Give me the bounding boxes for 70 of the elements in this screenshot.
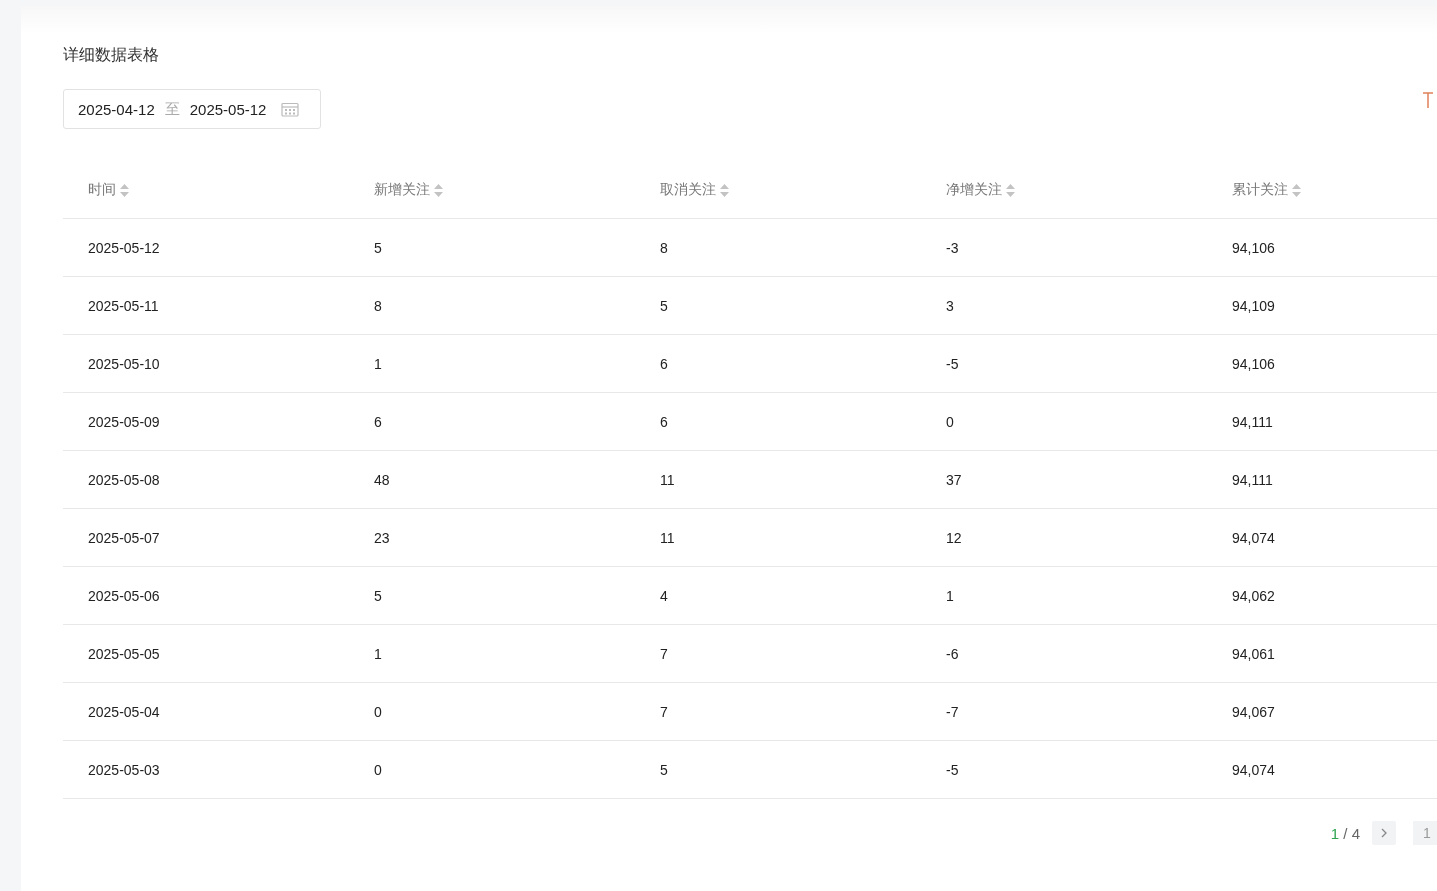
table-cell: 94,074	[1232, 529, 1275, 546]
section-title: 详细数据表格	[63, 45, 160, 65]
table-cell: -5	[946, 355, 959, 372]
table-cell: 5	[374, 587, 382, 604]
table-cell: 6	[374, 413, 382, 430]
chevron-right-icon	[1380, 827, 1388, 839]
calendar-icon	[281, 101, 300, 117]
table-cell: 2025-05-11	[88, 297, 159, 314]
column-header[interactable]: 净增关注	[946, 181, 1015, 199]
table-cell: 2025-05-05	[88, 645, 160, 662]
table-cell: 94,061	[1232, 645, 1275, 662]
next-page-button[interactable]	[1372, 821, 1396, 845]
sort-icon[interactable]	[1292, 182, 1301, 198]
table-cell: -6	[946, 645, 959, 662]
sort-icon[interactable]	[434, 182, 443, 198]
page-indicator: 1 / 4	[1330, 824, 1360, 842]
table-cell: 2025-05-12	[88, 239, 160, 256]
table-cell: 6	[660, 413, 668, 430]
table-cell: 5	[374, 239, 382, 256]
table-cell: 48	[374, 471, 390, 488]
table-cell: 2025-05-09	[88, 413, 160, 430]
table-cell: 6	[660, 355, 668, 372]
start-date: 2025-04-12	[78, 100, 155, 118]
table-cell: 2025-05-03	[88, 761, 160, 778]
end-date: 2025-05-12	[189, 100, 267, 118]
table-cell: 11	[660, 471, 675, 488]
table-cell: 23	[374, 529, 390, 546]
table-cell: -7	[946, 703, 959, 720]
table-cell: -3	[946, 239, 959, 256]
table-cell: 94,106	[1232, 355, 1275, 372]
table-cell: 94,062	[1232, 587, 1275, 604]
table-cell: 11	[660, 529, 675, 546]
table-cell: 1	[374, 645, 382, 662]
table-cell: 2025-05-06	[88, 587, 160, 604]
table-cell: 94,067	[1232, 703, 1275, 720]
date-range-picker[interactable]: 2025-04-12 至 2025-05-12	[63, 89, 321, 129]
table-cell: 4	[660, 587, 668, 604]
table-cell: 5	[660, 761, 668, 778]
page-jump-field[interactable]: 1	[1413, 821, 1437, 845]
table-cell: 7	[660, 645, 668, 662]
table-cell: 0	[374, 703, 382, 720]
table-cell: 94,109	[1232, 297, 1275, 314]
table-cell: 94,106	[1232, 239, 1275, 256]
table-cell: 1	[374, 355, 382, 372]
column-header[interactable]: 新增关注	[374, 181, 443, 199]
column-header[interactable]: 累计关注	[1232, 181, 1301, 199]
table-cell: 2025-05-10	[88, 355, 160, 372]
table-cell: 3	[946, 297, 954, 314]
column-header[interactable]: 取消关注	[660, 181, 729, 199]
table-cell: 5	[660, 297, 668, 314]
sort-icon[interactable]	[120, 182, 129, 198]
sort-icon[interactable]	[720, 182, 729, 198]
table-cell: 1	[946, 587, 954, 604]
table-cell: 94,111	[1232, 413, 1273, 430]
column-header[interactable]: 时间	[88, 181, 129, 199]
table-cell: 8	[660, 239, 668, 256]
table-cell: 94,111	[1232, 471, 1273, 488]
range-separator: 至	[164, 99, 180, 119]
table-cell: 7	[660, 703, 668, 720]
sort-icon[interactable]	[1006, 182, 1015, 198]
table-cell: 2025-05-04	[88, 703, 160, 720]
table-cell: 0	[946, 413, 954, 430]
table-cell: 0	[374, 761, 382, 778]
table-cell: 12	[946, 529, 962, 546]
table-cell: 94,074	[1232, 761, 1275, 778]
table-cell: -5	[946, 761, 959, 778]
table-cell: 8	[374, 297, 382, 314]
table-cell: 2025-05-08	[88, 471, 160, 488]
table-cell: 2025-05-07	[88, 529, 160, 546]
table-cell: 37	[946, 471, 962, 488]
